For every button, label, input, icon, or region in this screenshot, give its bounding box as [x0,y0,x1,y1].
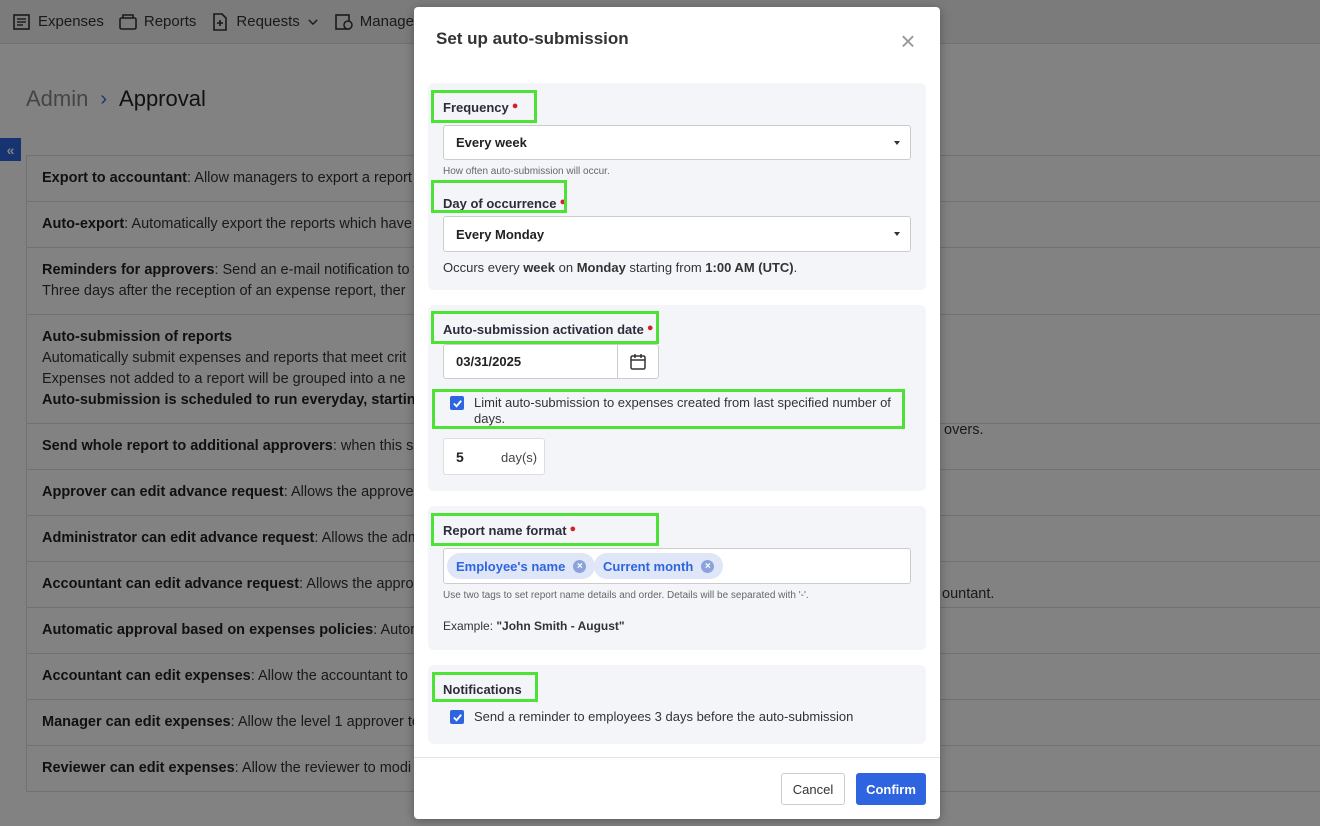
tag-employee-name: Employee's name × [447,553,596,579]
report-name-example: Example: "John Smith - August" [443,619,625,633]
report-name-section: Report name format ● Employee's name × Cur… [428,506,926,650]
caret-down-icon [894,141,900,145]
days-value: 5 [456,449,464,465]
days-unit: day(s) [501,450,538,465]
report-name-label: Report name format ● [443,523,577,538]
notifications-section: Notifications Send a reminder to employe… [428,665,926,744]
calendar-button[interactable] [617,344,659,379]
auto-submission-modal: Set up auto-submission × Frequency ● Ever… [414,7,940,819]
report-name-tags-input[interactable]: Employee's name × Current month × [443,548,911,584]
occurrence-info: Occurs every week on Monday starting fro… [443,260,798,275]
required-marker: ● [569,523,577,535]
modal-title: Set up auto-submission [436,29,629,48]
limit-days-label: Limit auto-submission to expenses create… [474,395,891,426]
frequency-section: Frequency ● Every week How often auto-sub… [428,83,926,290]
reminder-label: Send a reminder to employees 3 days befo… [474,709,854,724]
required-marker: ● [511,100,519,112]
reminder-checkbox[interactable] [450,710,464,724]
checkmark-icon [452,713,462,722]
report-name-help: Use two tags to set report name details … [443,590,809,601]
calendar-icon [630,353,646,370]
frequency-help: How often auto-submission will occur. [443,166,610,177]
cancel-button[interactable]: Cancel [781,773,845,805]
notifications-label: Notifications [443,682,522,697]
checkmark-icon [452,399,462,408]
close-icon[interactable]: × [898,28,918,54]
day-label: Day of occurrence ● [443,196,567,211]
activation-date-label: Auto-submission activation date ● [443,322,654,337]
frequency-label: Frequency ● [443,100,519,115]
tag-current-month: Current month × [594,553,724,579]
required-marker: ● [646,322,654,334]
days-input[interactable]: 5 day(s) [443,438,545,475]
frequency-select[interactable]: Every week [443,125,911,160]
day-select[interactable]: Every Monday [443,216,911,252]
required-marker: ● [559,196,567,208]
remove-tag-icon[interactable]: × [573,559,587,573]
remove-tag-icon[interactable]: × [701,559,715,573]
modal-footer-divider [414,757,940,758]
activation-date-input[interactable]: 03/31/2025 [443,344,618,379]
limit-days-checkbox[interactable] [450,396,464,410]
confirm-button[interactable]: Confirm [856,773,926,805]
caret-down-icon [894,232,900,236]
activation-section: Auto-submission activation date ● 03/31/2… [428,305,926,491]
